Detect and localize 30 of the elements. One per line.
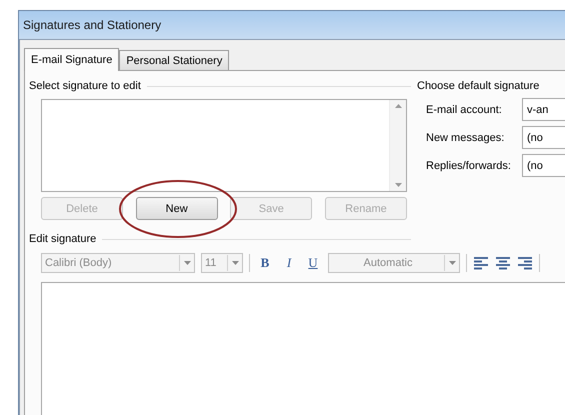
dropdown-field[interactable]: Calibri (Body) xyxy=(41,253,195,273)
caret-icon xyxy=(232,261,238,265)
signature-list[interactable] xyxy=(41,99,407,192)
scroll-up-icon xyxy=(394,104,402,108)
group-heading: Choose default signature xyxy=(417,79,540,93)
caret-icon xyxy=(448,261,456,265)
bold-button[interactable]: B xyxy=(256,254,274,272)
align-right-icon xyxy=(517,255,533,271)
caret-icon xyxy=(184,261,190,265)
group-heading: Select signature to edit xyxy=(29,80,141,92)
scrollbar[interactable] xyxy=(389,100,406,191)
tab[interactable]: Personal Stationery xyxy=(119,50,230,70)
align-left-icon xyxy=(473,255,489,271)
signature-editor[interactable] xyxy=(41,282,565,415)
field-label: Replies/forwards: xyxy=(426,160,512,172)
group-heading: Edit signature xyxy=(29,233,96,245)
window-title: Signatures and Stationery xyxy=(22,17,162,34)
dropdown-field[interactable]: 11 xyxy=(201,253,243,273)
dropdown-field[interactable]: v-an xyxy=(522,98,565,121)
align-center-icon xyxy=(495,255,511,271)
dropdown-field[interactable]: Automatic xyxy=(328,253,460,273)
dropdown-field[interactable]: (no xyxy=(522,126,565,149)
italic-button[interactable]: I xyxy=(280,254,298,272)
field-label: E-mail account: xyxy=(426,104,503,116)
underline-button[interactable]: U xyxy=(304,254,322,272)
field-label: New messages: xyxy=(426,132,506,144)
push-button[interactable]: New xyxy=(136,197,218,220)
scroll-down-icon xyxy=(394,183,402,187)
dropdown-field[interactable]: (no xyxy=(522,154,565,177)
tab[interactable]: E-mail Signature xyxy=(24,48,120,71)
